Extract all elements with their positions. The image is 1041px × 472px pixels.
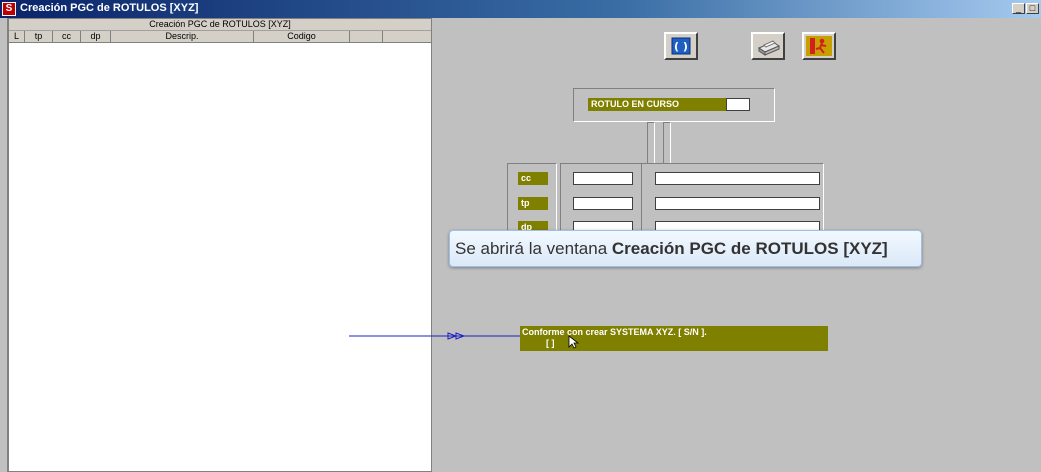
- print-icon: [757, 40, 781, 56]
- confirm-prompt[interactable]: Conforme con crear SYSTEMA XYZ. [ S/N ].…: [520, 326, 828, 351]
- svg-text:( ): ( ): [674, 40, 688, 53]
- column-header-dp[interactable]: dp: [81, 31, 111, 42]
- field-label-tp: tp: [518, 197, 548, 210]
- left-scroll-strip: [0, 18, 8, 472]
- refresh-button[interactable]: ( ): [664, 32, 698, 60]
- tp-code-input[interactable]: [573, 197, 633, 210]
- connector-left: [647, 122, 655, 164]
- print-button[interactable]: [751, 32, 785, 60]
- column-header-descrip[interactable]: Descrip.: [111, 31, 254, 42]
- mouse-pointer-icon: [568, 335, 580, 349]
- rotulo-group: ROTULO EN CURSO: [573, 88, 775, 122]
- field-label-cc: cc: [518, 172, 548, 185]
- prompt-text: Conforme con crear SYSTEMA XYZ. [ S/N ].: [522, 327, 707, 337]
- app-logo-icon[interactable]: S: [2, 2, 16, 16]
- maximize-icon[interactable]: □: [1026, 3, 1039, 14]
- exit-button[interactable]: [802, 32, 836, 60]
- grid-caption: Creación PGC de ROTULOS [XYZ]: [9, 19, 431, 31]
- rotulo-input[interactable]: [726, 98, 750, 111]
- column-header-extra-1[interactable]: [350, 31, 383, 42]
- rotulos-grid[interactable]: Creación PGC de ROTULOS [XYZ] L tp cc dp…: [8, 18, 432, 472]
- column-header-codigo[interactable]: Codigo: [254, 31, 350, 42]
- cc-desc-input[interactable]: [655, 172, 820, 185]
- minimize-icon[interactable]: _: [1012, 3, 1025, 14]
- info-tooltip: Se abrirá la ventana Creación PGC de ROT…: [449, 230, 922, 267]
- grid-header: L tp cc dp Descrip. Codigo: [9, 31, 431, 43]
- rotulo-label: ROTULO EN CURSO: [588, 98, 726, 111]
- tooltip-window-name: Creación PGC de ROTULOS [XYZ]: [611, 239, 888, 258]
- title-bar: S Creación PGC de ROTULOS [XYZ] _ □: [0, 0, 1041, 18]
- column-header-cc[interactable]: cc: [53, 31, 81, 42]
- window-title: Creación PGC de ROTULOS [XYZ]: [20, 2, 199, 14]
- exit-icon: [806, 36, 832, 56]
- prompt-input[interactable]: [ ]: [546, 338, 555, 348]
- tp-desc-input[interactable]: [655, 197, 820, 210]
- column-header-tp[interactable]: tp: [25, 31, 53, 42]
- tooltip-text: Se abrirá la ventana: [455, 239, 612, 258]
- connector-right: [663, 122, 671, 164]
- cc-code-input[interactable]: [573, 172, 633, 185]
- column-header-l[interactable]: L: [9, 31, 25, 42]
- column-header-extra-2[interactable]: [383, 31, 431, 42]
- refresh-icon: ( ): [671, 37, 691, 55]
